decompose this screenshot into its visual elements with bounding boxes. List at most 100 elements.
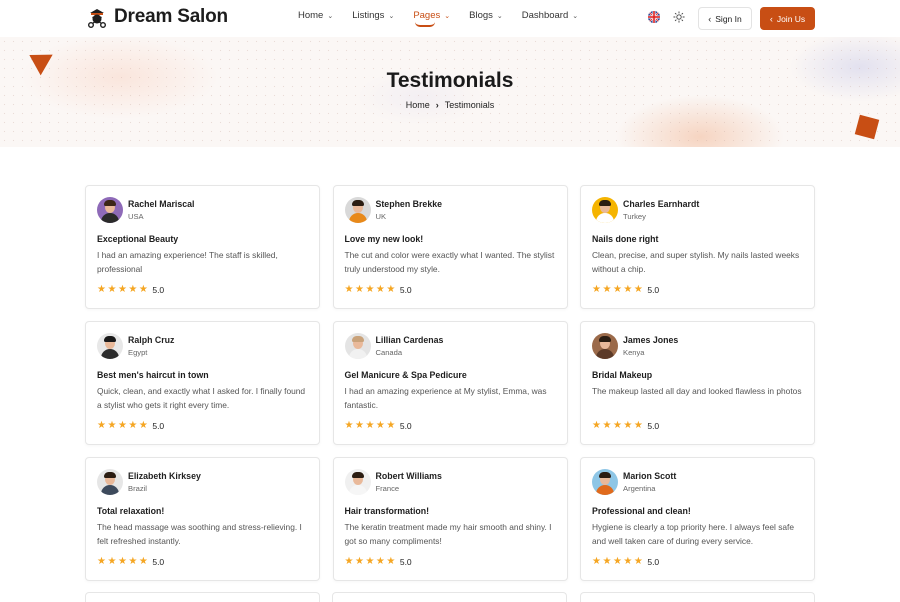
reviewer-name: Rachel Mariscal <box>128 199 195 209</box>
sign-in-label: Sign In <box>715 13 742 24</box>
star-icon: ★ <box>365 420 375 431</box>
review-text: The head massage was soothing and stress… <box>97 522 302 546</box>
avatar-hair <box>351 200 364 206</box>
reviewer-info: Stephen Brekke UK <box>376 199 443 221</box>
testimonial-card: Rachel Mariscal USA Exceptional Beauty I… <box>85 185 320 309</box>
review-text: The makeup lasted all day and looked fla… <box>592 386 802 396</box>
nav-blogs-label: Blogs <box>469 10 493 21</box>
reviewer: James Jones Kenya <box>592 333 803 359</box>
rating: ★ ★ ★ ★ ★ 5.0 <box>345 285 412 296</box>
nav-home[interactable]: Home ⌄ <box>298 10 333 21</box>
star-icon: ★ <box>633 420 643 431</box>
star-icon: ★ <box>612 556 622 567</box>
reviewer-name: James Jones <box>623 335 679 345</box>
star-icon: ★ <box>375 556 385 567</box>
join-us-button[interactable]: ‹ Join Us <box>760 7 815 30</box>
reviewer-country: UK <box>375 212 387 221</box>
breadcrumb-current: Testimonials <box>444 100 495 110</box>
reviewer-country: Egypt <box>128 348 148 357</box>
rating-score: 5.0 <box>399 421 412 431</box>
nav-pages-label: Pages <box>413 10 441 21</box>
review-title: Gel Manicure & Spa Pedicure <box>344 370 467 380</box>
site-header: Dream Salon Home ⌄ Listings ⌄ Pages ⌄ Blogs… <box>0 0 900 37</box>
avatar-body <box>101 213 119 223</box>
rating: ★ ★ ★ ★ ★ 5.0 <box>592 420 660 432</box>
rating: ★ ★ ★ ★ ★ 5.0 <box>97 285 165 296</box>
review-title: Bridal Makeup <box>592 370 653 380</box>
rating-score: 5.0 <box>152 557 165 567</box>
testimonial-card <box>332 592 567 602</box>
testimonial-card: Stephen Brekke UK Love my new look! The … <box>332 185 568 309</box>
reviewer-country: France <box>375 484 400 493</box>
avatar <box>344 197 371 223</box>
avatar-body <box>101 485 119 495</box>
star-icon: ★ <box>138 556 148 567</box>
rating-score: 5.0 <box>647 557 660 567</box>
nav-dashboard[interactable]: Dashboard ⌄ <box>522 10 578 21</box>
star-icon: ★ <box>138 420 148 431</box>
main-nav: Home ⌄ Listings ⌄ Pages ⌄ Blogs ⌄ Dashboard ⌄ <box>298 10 597 27</box>
page-hero: Testimonials Home › Testimonials <box>0 37 900 147</box>
rating: ★ ★ ★ ★ ★ 5.0 <box>97 556 165 568</box>
avatar-hair <box>351 472 364 478</box>
chevron-down-icon: ⌄ <box>388 12 395 20</box>
avatar-hair <box>599 336 611 342</box>
star-icon: ★ <box>633 284 643 295</box>
theme-toggle-sun-icon[interactable] <box>673 11 685 23</box>
star-icon: ★ <box>344 420 354 431</box>
review-text: The keratin treatment made my hair smoot… <box>344 522 552 546</box>
reviewer-country: Kenya <box>623 348 645 357</box>
review-title: Exceptional Beauty <box>97 234 179 244</box>
chevron-right-icon: › <box>435 100 439 110</box>
chevron-down-icon: ⌄ <box>327 12 334 20</box>
rating-score: 5.0 <box>647 421 660 431</box>
testimonial-card: Elizabeth Kirksey Brazil Total relaxatio… <box>85 457 320 581</box>
rating: ★ ★ ★ ★ ★ 5.0 <box>592 556 660 568</box>
review-text: Quick, clean, and exactly what I asked f… <box>97 386 306 410</box>
star-icon: ★ <box>602 284 612 295</box>
star-icon: ★ <box>354 420 364 431</box>
sign-in-button[interactable]: ‹ Sign In <box>698 7 752 30</box>
star-icon: ★ <box>602 556 612 567</box>
avatar-body <box>348 213 367 223</box>
star-icon: ★ <box>344 556 354 567</box>
reviewer: Marion Scott Argentina <box>592 469 803 495</box>
testimonial-card: Robert Williams France Hair transformati… <box>332 457 568 581</box>
testimonial-card: Charles Earnhardt Turkey Nails done righ… <box>580 185 815 309</box>
rating-score: 5.0 <box>152 421 165 431</box>
avatar-body <box>596 349 614 359</box>
page-title: Testimonials <box>386 69 514 92</box>
avatar-hair <box>104 336 116 342</box>
reviewer: Stephen Brekke UK <box>344 197 556 223</box>
star-icon: ★ <box>623 420 633 431</box>
rating-score: 5.0 <box>399 557 412 567</box>
star-icon: ★ <box>97 556 106 567</box>
breadcrumb: Home › Testimonials <box>0 100 900 110</box>
review-title: Hair transformation! <box>344 506 430 516</box>
uk-flag-icon[interactable] <box>648 11 660 23</box>
nav-listings[interactable]: Listings ⌄ <box>352 10 394 21</box>
star-icon: ★ <box>375 420 385 431</box>
reviewer-info: Elizabeth Kirksey Brazil <box>128 471 201 493</box>
chevron-down-icon: ⌄ <box>496 12 503 20</box>
breadcrumb-home[interactable]: Home <box>406 100 430 110</box>
logo[interactable]: Dream Salon <box>86 6 228 28</box>
avatar-body <box>596 213 614 223</box>
nav-blogs[interactable]: Blogs ⌄ <box>469 10 503 21</box>
review-text: The cut and color were exactly what I wa… <box>344 250 555 274</box>
rating-score: 5.0 <box>152 285 165 295</box>
chevron-down-icon: ⌄ <box>572 12 579 20</box>
chevron-left-icon: ‹ <box>708 13 712 24</box>
nav-pages[interactable]: Pages ⌄ <box>413 10 450 27</box>
reviewer-name: Elizabeth Kirksey <box>128 471 201 481</box>
star-icon: ★ <box>365 556 375 567</box>
rating-score: 5.0 <box>647 285 660 295</box>
star-icon: ★ <box>602 420 612 431</box>
reviewer-country: USA <box>128 212 144 221</box>
star-icon: ★ <box>386 420 396 431</box>
reviewer-country: Canada <box>375 348 403 357</box>
avatar <box>97 333 123 359</box>
salon-logo-icon <box>88 9 106 28</box>
reviewer: Lillian Cardenas Canada <box>344 333 556 359</box>
avatar-body <box>348 485 367 495</box>
